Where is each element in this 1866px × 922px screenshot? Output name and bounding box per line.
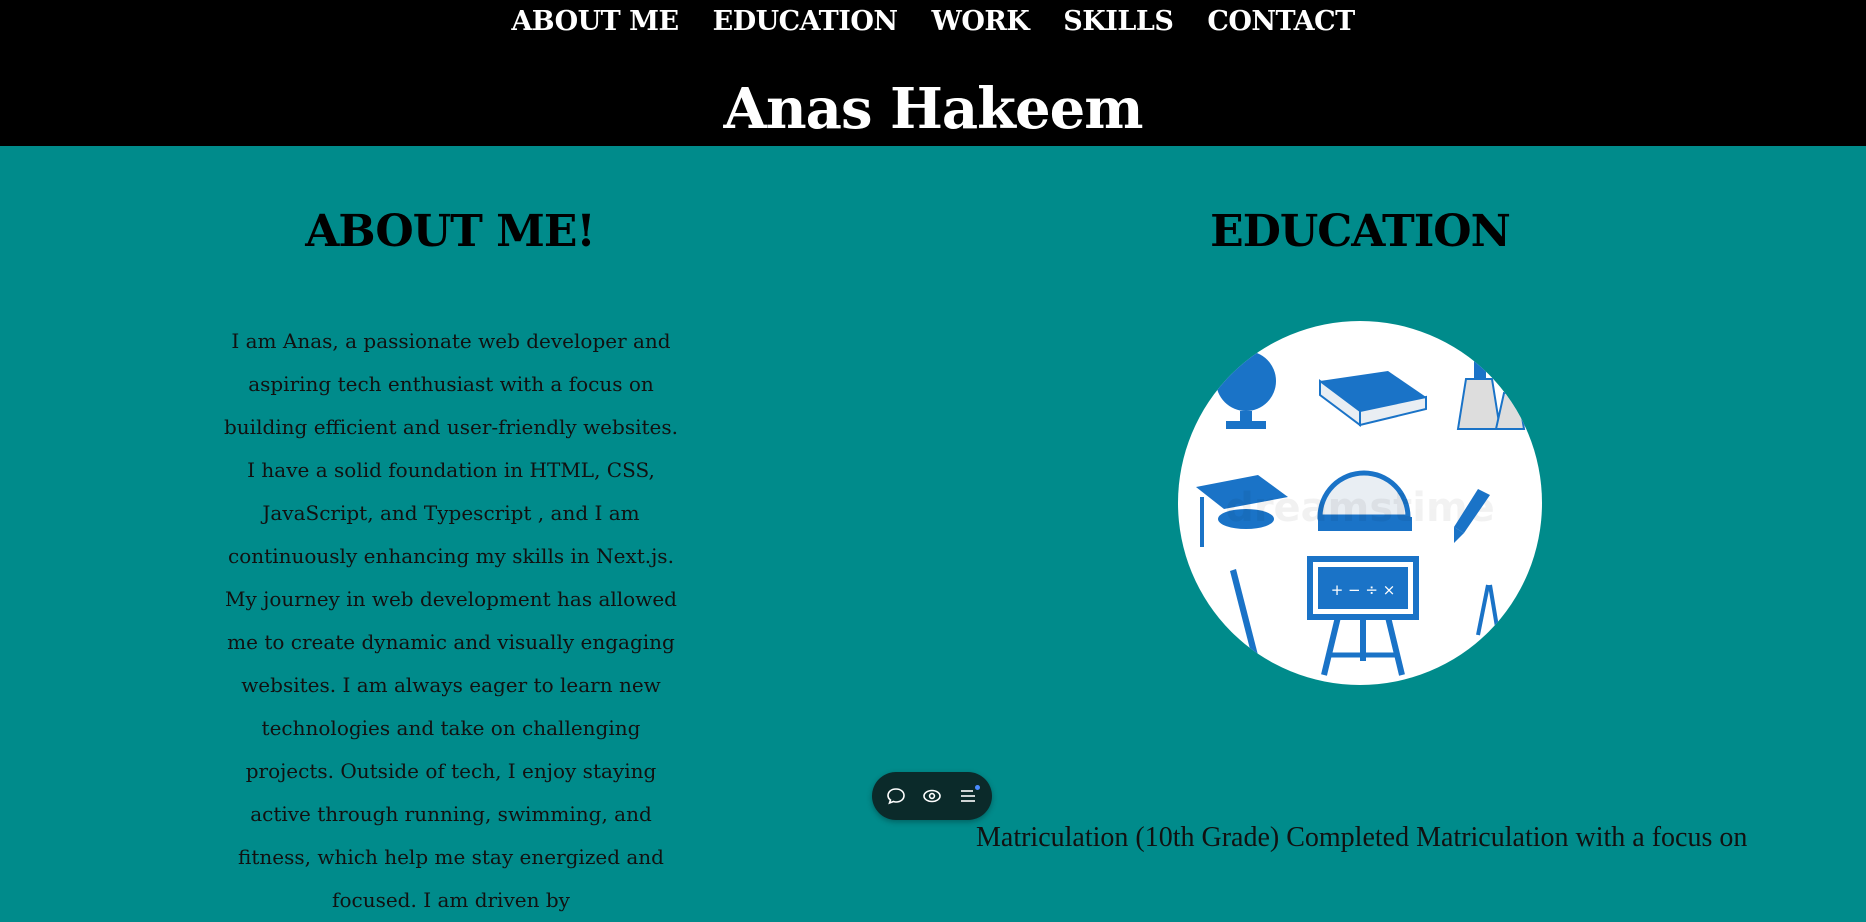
- nav-education[interactable]: EDUCATION: [713, 6, 898, 37]
- book-icon: [1319, 371, 1427, 427]
- education-heading: EDUCATION: [1210, 206, 1511, 257]
- about-text: I am Anas, a passionate web developer an…: [224, 329, 678, 912]
- education-illustration-graphic: dreamstime + − ÷ ×: [1196, 351, 1526, 676]
- nav-skills[interactable]: SKILLS: [1063, 6, 1174, 37]
- site-header: ABOUT ME EDUCATION WORK SKILLS CONTACT A…: [0, 0, 1866, 146]
- watermark-text: dreamstime: [1225, 485, 1495, 531]
- notification-dot: [975, 785, 980, 790]
- globe-icon: [1216, 351, 1276, 429]
- pencil-icon: [1230, 569, 1258, 657]
- compass-icon: [1476, 584, 1500, 636]
- about-heading: ABOUT ME!: [305, 206, 595, 257]
- eye-icon[interactable]: [920, 784, 944, 808]
- chalkboard-icon: + − ÷ ×: [1307, 556, 1419, 676]
- nav-work[interactable]: WORK: [932, 6, 1030, 37]
- education-illustration: dreamstime + − ÷ ×: [1178, 321, 1542, 685]
- main-nav: ABOUT ME EDUCATION WORK SKILLS CONTACT: [0, 6, 1866, 37]
- menu-icon[interactable]: [956, 784, 980, 808]
- nav-about-me[interactable]: ABOUT ME: [511, 6, 679, 37]
- site-title: Anas Hakeem: [723, 76, 1144, 142]
- nav-contact[interactable]: CONTACT: [1207, 6, 1355, 37]
- flask-icon: [1456, 356, 1526, 430]
- board-symbols: + − ÷ ×: [1331, 581, 1396, 599]
- chat-icon[interactable]: [884, 784, 908, 808]
- floating-toolbar: [872, 772, 992, 820]
- education-caption: Matriculation (10th Grade) Completed Mat…: [976, 822, 1748, 853]
